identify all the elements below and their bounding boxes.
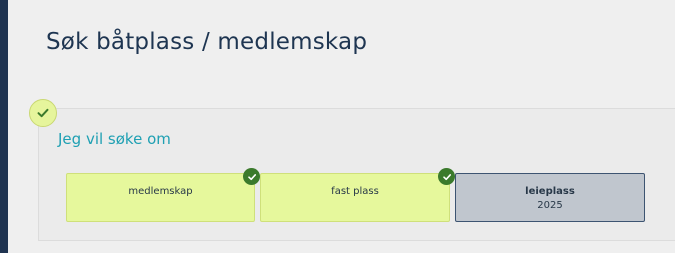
selected-check-badge bbox=[438, 168, 455, 185]
option-label: fast plass bbox=[331, 186, 379, 197]
option-year: 2025 bbox=[537, 200, 563, 211]
check-icon bbox=[37, 108, 49, 118]
option-leieplass[interactable]: leieplass 2025 bbox=[455, 173, 645, 222]
page-title: Søk båtplass / medlemskap bbox=[46, 29, 368, 55]
selected-check-badge bbox=[243, 168, 260, 185]
section-label: Jeg vil søke om bbox=[58, 130, 171, 148]
check-icon bbox=[442, 173, 451, 180]
side-stripe bbox=[0, 0, 8, 253]
option-medlemskap[interactable]: medlemskap bbox=[66, 168, 260, 222]
check-icon bbox=[247, 173, 256, 180]
option-fast-plass[interactable]: fast plass bbox=[260, 168, 455, 222]
option-label: leieplass bbox=[525, 186, 575, 197]
step-complete-badge bbox=[29, 99, 57, 127]
option-label: medlemskap bbox=[128, 186, 193, 197]
